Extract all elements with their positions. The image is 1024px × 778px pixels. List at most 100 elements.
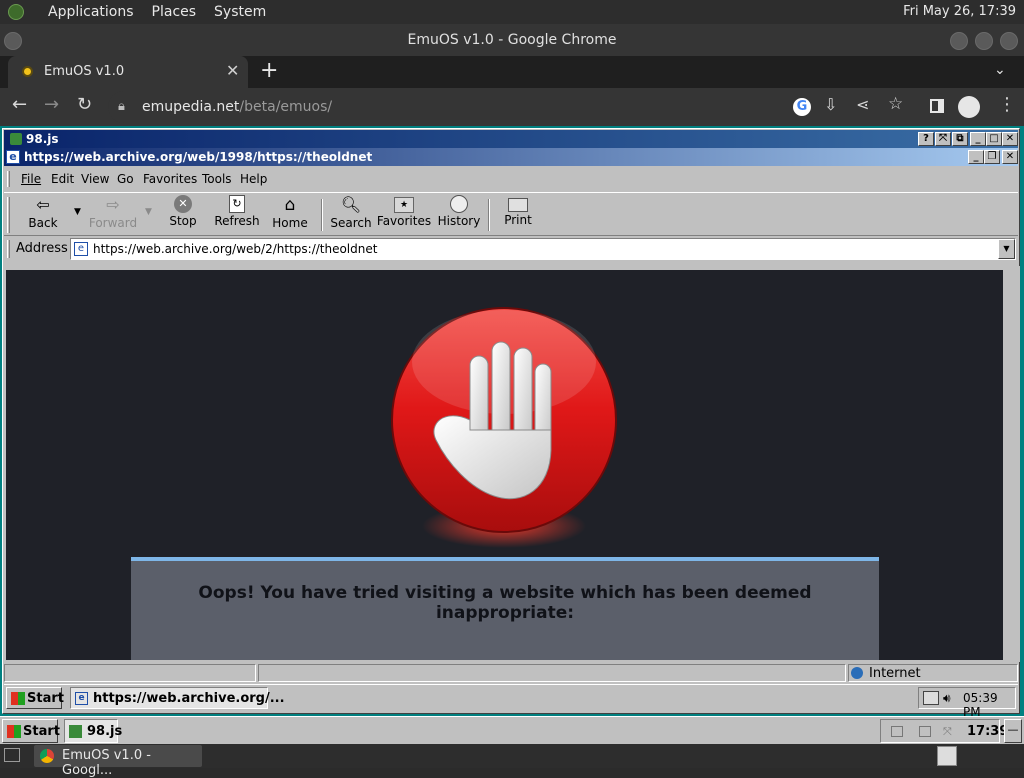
chrome-menu-icon[interactable]: ⋮ xyxy=(998,94,1016,115)
profile-avatar-icon[interactable] xyxy=(958,96,980,118)
windows-logo-icon xyxy=(7,725,21,738)
show-desktop-icon[interactable] xyxy=(4,748,20,762)
page-content[interactable]: Oops! You have tried visiting a website … xyxy=(6,270,1003,660)
inner-start-button[interactable]: Start xyxy=(6,687,64,709)
app-maximize-button[interactable]: □ xyxy=(986,132,1002,146)
bookmark-star-icon[interactable]: ☆ xyxy=(888,94,903,114)
page-icon: e xyxy=(74,242,88,256)
back-arrow-icon[interactable]: ← xyxy=(12,94,27,115)
print-button[interactable]: Print xyxy=(500,193,536,233)
stop-icon: ✕ xyxy=(174,195,192,213)
google-lens-icon[interactable]: G xyxy=(793,98,811,116)
help-button[interactable]: ? xyxy=(918,132,934,146)
tab-emuos[interactable]: EmuOS v1.0 ✕ xyxy=(8,56,248,88)
outer-clock[interactable]: 17:39 xyxy=(967,724,1008,739)
minimize-icon[interactable] xyxy=(950,32,968,50)
home-icon: ⌂ xyxy=(284,195,296,215)
back-dropdown-icon[interactable]: ▼ xyxy=(74,207,81,217)
ie-restore-button[interactable]: ❐ xyxy=(984,150,1000,164)
home-button[interactable]: ⌂ Home xyxy=(270,193,310,233)
favicon-icon xyxy=(22,66,33,77)
tab-search-icon[interactable]: ⌄ xyxy=(994,62,1006,78)
ie-window-title: https://web.archive.org/web/1998/https:/… xyxy=(24,150,373,164)
stop-button[interactable]: ✕ Stop xyxy=(164,193,202,233)
stop-hand-icon xyxy=(391,307,617,548)
favorites-button[interactable]: ★ Favorites xyxy=(376,193,432,233)
forward-arrow-icon[interactable]: → xyxy=(44,94,59,115)
show-desktop-button[interactable]: — xyxy=(1004,719,1022,743)
search-button[interactable]: 🔍︎ Search xyxy=(328,193,374,233)
close-window-icon[interactable] xyxy=(1000,32,1018,50)
ie-logo-icon: e xyxy=(6,150,20,164)
status-text-pane xyxy=(4,664,256,682)
history-icon xyxy=(450,195,468,213)
menu-file[interactable]: File xyxy=(21,172,41,186)
menu-edit[interactable]: Edit xyxy=(51,172,74,186)
new-tab-icon[interactable]: + xyxy=(260,58,278,83)
app-minimize-button[interactable]: _ xyxy=(970,132,986,146)
gnome-top-panel: Applications Places System Fri May 26, 1… xyxy=(0,0,1024,24)
back-button[interactable]: ⇦ Back xyxy=(22,193,64,233)
menu-go[interactable]: Go xyxy=(117,172,134,186)
window-menu-icon[interactable] xyxy=(4,32,22,50)
chrome-toolbar: ← → ↻ 🔒︎ emupedia.net/beta/emuos/ G ⇩ ⋖ … xyxy=(0,88,1024,126)
forward-icon: ⇨ xyxy=(106,195,120,214)
menu-applications[interactable]: Applications xyxy=(48,4,134,20)
tray-signal-icon[interactable] xyxy=(919,726,931,737)
address-label: Address xyxy=(16,241,68,256)
menu-view[interactable]: View xyxy=(81,172,109,186)
warning-panel: Oops! You have tried visiting a website … xyxy=(131,557,879,660)
menu-help[interactable]: Help xyxy=(240,172,267,186)
gnome-logo-icon xyxy=(8,4,24,20)
popout-button[interactable]: ⧉ xyxy=(952,132,968,146)
inner-clock[interactable]: 05:39 PM xyxy=(963,691,1015,719)
status-zone: Internet xyxy=(869,666,921,681)
outer-start-button[interactable]: Start xyxy=(2,719,60,743)
forward-dropdown-icon[interactable]: ▼ xyxy=(145,207,152,217)
tray-network-icon[interactable] xyxy=(891,726,903,737)
menu-system[interactable]: System xyxy=(214,4,266,20)
tray-volume-icon[interactable]: 🔊︎ xyxy=(943,691,951,706)
menu-favorites[interactable]: Favorites xyxy=(143,172,197,186)
menu-places[interactable]: Places xyxy=(152,4,197,20)
address-dropdown-icon[interactable]: ▼ xyxy=(998,239,1015,259)
history-button[interactable]: History xyxy=(436,193,482,233)
address-value: https://web.archive.org/web/2/https://th… xyxy=(93,242,378,256)
maximize-icon[interactable] xyxy=(975,32,993,50)
outer-taskbar: Start 98.js ⤧ 17:39 — xyxy=(0,716,1024,744)
side-panel-icon[interactable] xyxy=(930,99,944,113)
app-window-title: 98.js xyxy=(26,132,59,146)
search-icon: 🔍︎ xyxy=(340,195,362,214)
tray-fullscreen-icon[interactable]: ⤧ xyxy=(943,725,952,739)
share-icon[interactable]: ⋖ xyxy=(856,95,869,114)
panel-clock[interactable]: Fri May 26, 17:39 xyxy=(903,4,1016,19)
reload-icon[interactable]: ↻ xyxy=(77,94,92,115)
gnome-task-chrome[interactable]: EmuOS v1.0 - Googl... xyxy=(34,745,202,778)
inner-taskbar: Start e https://web.archive.org/... 🔊︎ 0… xyxy=(4,684,1018,719)
tab-title: EmuOS v1.0 xyxy=(44,64,125,79)
omnibox[interactable]: 🔒︎ emupedia.net/beta/emuos/ xyxy=(108,91,948,123)
status-progress-pane xyxy=(258,664,846,682)
ie-close-button[interactable]: ✕ xyxy=(1002,150,1018,164)
app-close-button[interactable]: ✕ xyxy=(1002,132,1018,146)
status-zone-pane: Internet xyxy=(848,664,1018,682)
menu-tools[interactable]: Tools xyxy=(202,172,232,186)
tab-close-icon[interactable]: ✕ xyxy=(226,61,239,80)
tray-task-scheduler-icon[interactable] xyxy=(923,691,939,705)
print-icon xyxy=(508,198,528,212)
windows-logo-icon xyxy=(11,692,25,705)
inner-task-ie[interactable]: e https://web.archive.org/... xyxy=(70,687,285,709)
ie-titlebar: e https://web.archive.org/web/1998/https… xyxy=(4,148,1018,166)
address-input[interactable]: e https://web.archive.org/web/2/https://… xyxy=(70,238,1016,260)
ie-minimize-button[interactable]: _ xyxy=(968,150,984,164)
ie-statusbar: Internet xyxy=(4,663,1018,683)
refresh-icon: ↻ xyxy=(229,195,245,213)
chrome-logo-icon xyxy=(40,749,54,763)
outer-task-98js[interactable]: 98.js xyxy=(64,719,122,743)
refresh-button[interactable]: ↻ Refresh xyxy=(212,193,262,233)
fullscreen-button[interactable]: ⤧ xyxy=(935,132,951,146)
workspace-switcher-icon[interactable] xyxy=(937,746,957,766)
install-app-icon[interactable]: ⇩ xyxy=(824,95,837,114)
ie-toolbar: ⇦ Back ▼ ⇨ Forward ▼ ✕ Stop ↻ Refresh ⌂ … xyxy=(4,192,1018,236)
forward-button[interactable]: ⇨ Forward xyxy=(86,193,140,233)
